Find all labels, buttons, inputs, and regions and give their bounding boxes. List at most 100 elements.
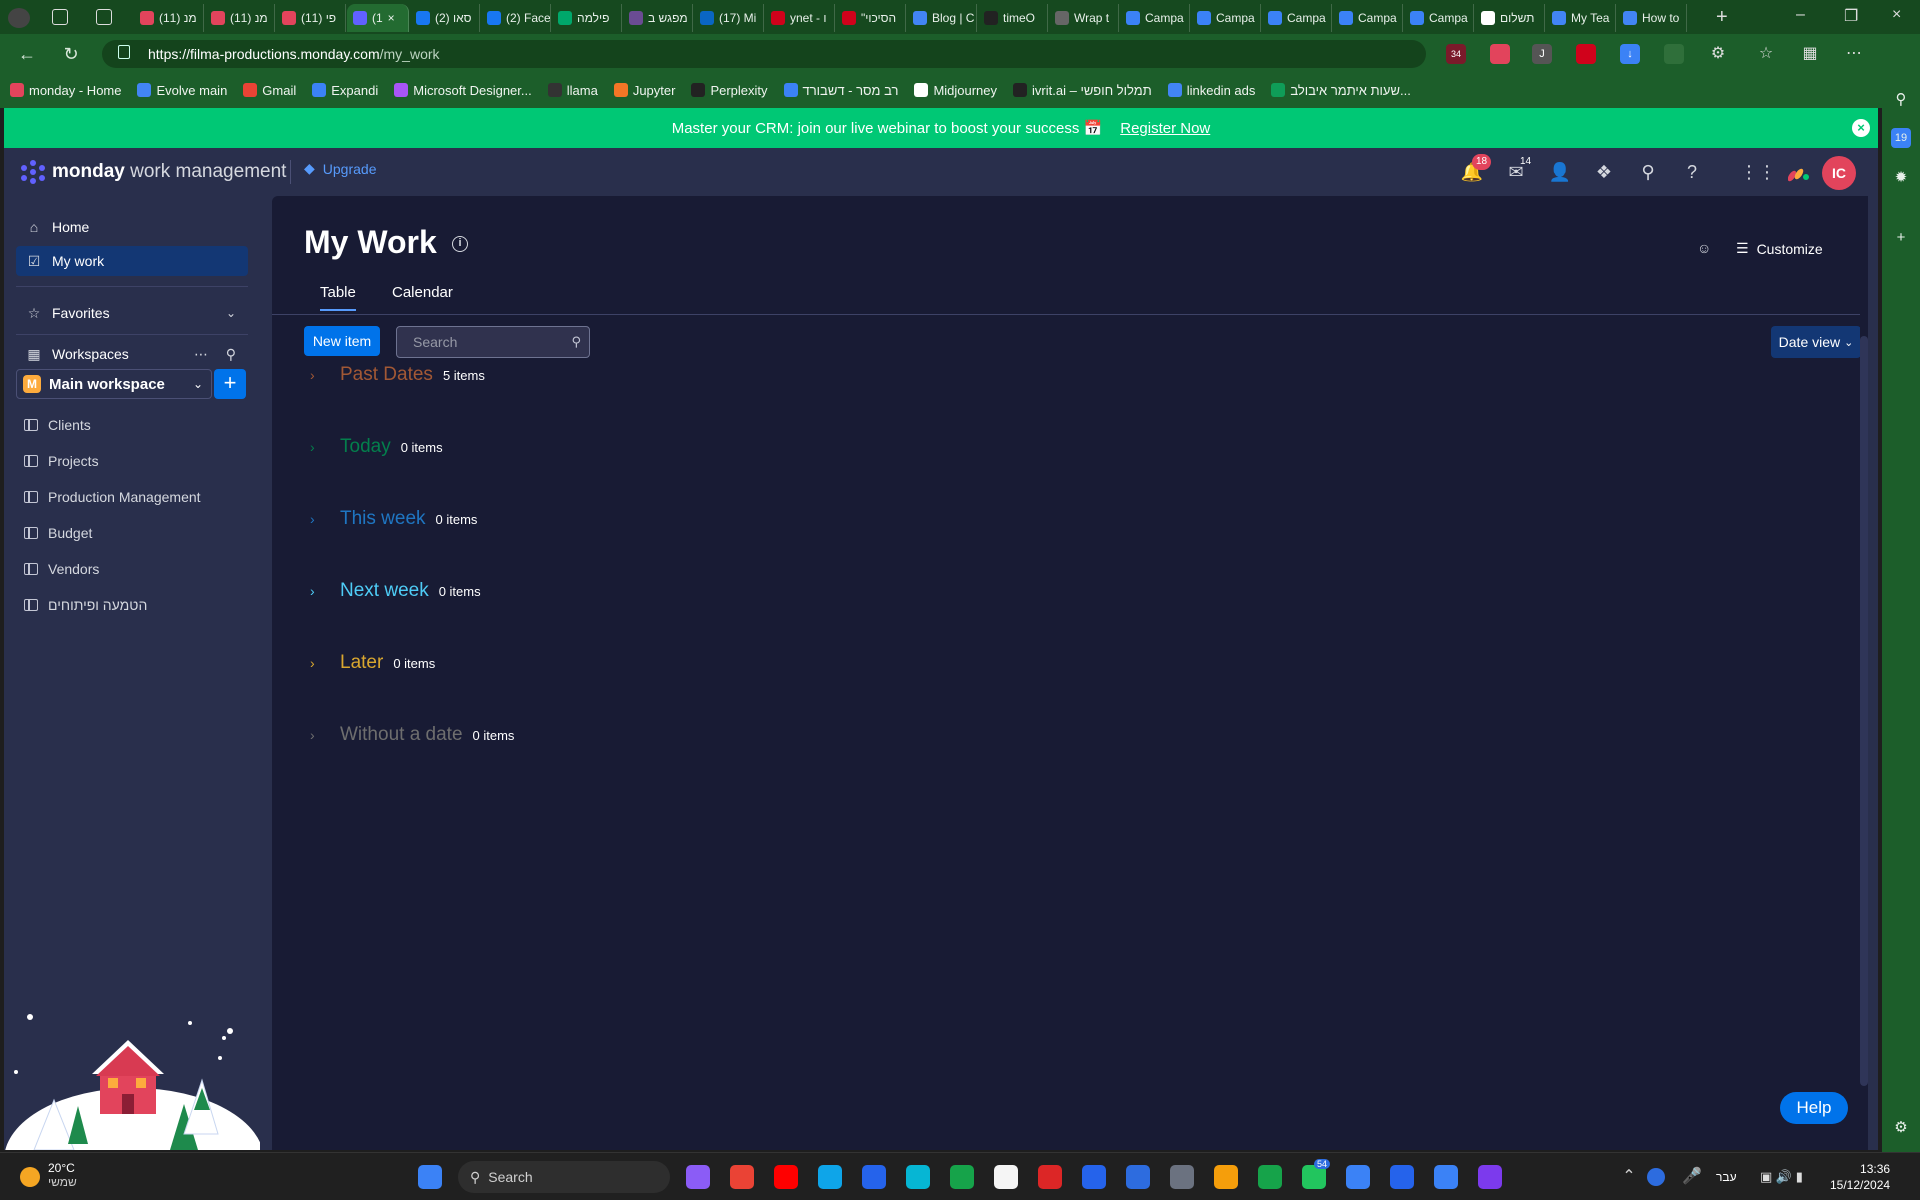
whatsapp-icon[interactable]: 54 [1302,1159,1331,1189]
nav-home[interactable]: ⌂ Home [16,212,248,242]
tab-actions-icon[interactable] [96,9,112,25]
group-header[interactable]: › Without a date 0 items [310,724,514,746]
address-bar[interactable]: https://filma-productions.monday.com/my_… [102,40,1426,68]
browser-tab[interactable]: Campa [1404,4,1474,32]
word-icon[interactable] [1082,1165,1106,1189]
bookmark[interactable]: Perplexity [691,83,768,98]
help-icon[interactable]: ? [1680,160,1704,184]
browser-tab[interactable]: Blog | C [907,4,977,32]
anthropic-icon[interactable] [994,1165,1018,1189]
edge-icon[interactable] [818,1165,842,1189]
board-item[interactable]: Budget [24,520,92,546]
tab-calendar[interactable]: Calendar [392,284,453,309]
group-header[interactable]: › Past Dates 5 items [310,364,485,386]
extension-icon[interactable]: J [1532,44,1552,64]
gmail-icon[interactable] [730,1165,754,1189]
info-icon[interactable]: i [452,236,468,252]
new-item-button[interactable]: New item [304,326,380,356]
browser-tab[interactable]: Campa [1120,4,1190,32]
tab-table[interactable]: Table [320,284,356,311]
browser-tab[interactable]: My Tea [1546,4,1616,32]
browser-tab[interactable]: (11) מנ [205,4,275,32]
browser-tab[interactable]: (1 × [347,4,409,32]
browser-tab[interactable]: timeO [978,4,1048,32]
calculator-icon[interactable] [1170,1165,1194,1189]
calendar-icon[interactable] [862,1165,886,1189]
group-header[interactable]: › Today 0 items [310,436,443,458]
search-icon[interactable]: ⚲ [226,346,236,363]
zoom-tray-icon[interactable] [1647,1168,1665,1186]
bookmark[interactable]: שעות איתמר איבולב... [1271,83,1411,98]
browser-tab[interactable]: (17) Mi [694,4,764,32]
monday-logo-icon[interactable] [20,160,46,184]
bookmark[interactable]: Gmail [243,83,296,98]
nav-favorites[interactable]: ☆ Favorites ⌄ [16,298,248,328]
extension-icon[interactable] [1576,44,1596,64]
system-tray-icons[interactable]: ▣ 🔊 ▮ [1760,1165,1820,1189]
bookmark[interactable]: Jupyter [613,83,675,98]
search-input[interactable]: Search ⚲ [396,326,590,358]
bookmark[interactable]: רב מסר - דשבורד [783,83,898,98]
browser-tab[interactable]: (2) סאו [410,4,480,32]
youtube-icon[interactable] [774,1165,798,1189]
help-button[interactable]: Help [1780,1092,1848,1124]
upgrade-button[interactable]: ◆ Upgrade [304,160,376,177]
bookmark[interactable]: Evolve main [137,83,227,98]
scrollbar[interactable] [1860,196,1868,1150]
extension-icon[interactable] [1664,44,1684,64]
nav-workspaces[interactable]: ▦ Workspaces ⋯ ⚲ [16,339,248,369]
close-icon[interactable]: × [1852,119,1870,137]
app-icon[interactable] [1478,1165,1502,1189]
app-switcher-icon[interactable]: ⋮⋮ [1740,160,1776,184]
restore-icon[interactable]: ❐ [1844,6,1858,26]
browser-tab[interactable]: Wrap t [1049,4,1119,32]
board-item[interactable]: Production Management [24,484,201,510]
workspaces-icon[interactable] [52,9,68,25]
help-app-icon[interactable] [1346,1165,1370,1189]
browser-tab[interactable]: Campa [1333,4,1403,32]
minimize-icon[interactable]: – [1796,6,1805,24]
bookmark[interactable]: llama [547,83,598,98]
file-explorer-icon[interactable] [1214,1165,1238,1189]
customize-button[interactable]: ☰ Customize [1736,240,1823,257]
apps-icon[interactable]: ❖ [1592,160,1616,184]
bell-icon[interactable]: 🔔 18 [1460,154,1492,184]
close-tab-icon[interactable]: × [388,11,395,25]
browser-tab[interactable]: How to [1617,4,1687,32]
collections-icon[interactable]: ▦ [1800,44,1820,64]
bookmark[interactable]: monday - Home [10,83,121,98]
workspace-selector[interactable]: M Main workspace ⌄ [16,369,212,399]
browser-tab[interactable]: Campa [1191,4,1261,32]
browser-tab[interactable]: Campa [1262,4,1332,32]
browser-tab[interactable]: "הסיכוי [836,4,906,32]
search-icon[interactable]: ⚲ [1891,90,1911,110]
language-indicator[interactable]: עבר [1716,1165,1752,1189]
meet-icon[interactable] [950,1165,974,1189]
zoom-icon[interactable] [1126,1165,1150,1189]
taskbar-search[interactable]: ⚲ Search [458,1161,670,1193]
outlook-icon[interactable] [1390,1165,1414,1189]
browser-tab[interactable]: (2) Face [481,4,551,32]
clock[interactable]: 13:36 15/12/2024 [1830,1161,1890,1193]
acrobat-icon[interactable] [1038,1165,1062,1189]
nav-my-work[interactable]: ☑ My work [16,246,248,276]
puzzle-icon[interactable]: ⚙ [1708,44,1728,64]
microphone-icon[interactable]: 🎤 [1680,1165,1704,1189]
edge-dev-icon[interactable] [906,1165,930,1189]
group-header[interactable]: › Later 0 items [310,652,435,674]
download-icon[interactable]: ↓ [1620,44,1640,64]
scrollbar-thumb[interactable] [1860,336,1868,1086]
back-icon[interactable]: ← [14,41,40,67]
group-header[interactable]: › This week 0 items [310,508,477,530]
feedback-icon[interactable]: ☺ [1697,240,1715,258]
monday-brand-icon[interactable] [1788,162,1810,182]
browser-tab[interactable]: מפגש ב [623,4,693,32]
inbox-icon[interactable]: ✉ 14 [1504,156,1531,184]
more-icon[interactable]: ⋯ [194,346,208,363]
board-item[interactable]: Clients [24,412,91,438]
reload-icon[interactable]: ↻ [58,41,84,67]
group-header[interactable]: › Next week 0 items [310,580,481,602]
chevron-up-icon[interactable]: ⌃ [1617,1165,1641,1189]
chatgpt-icon[interactable]: ✹ [1891,168,1911,188]
weather-widget[interactable]: 20°C שמשי [20,1161,77,1189]
